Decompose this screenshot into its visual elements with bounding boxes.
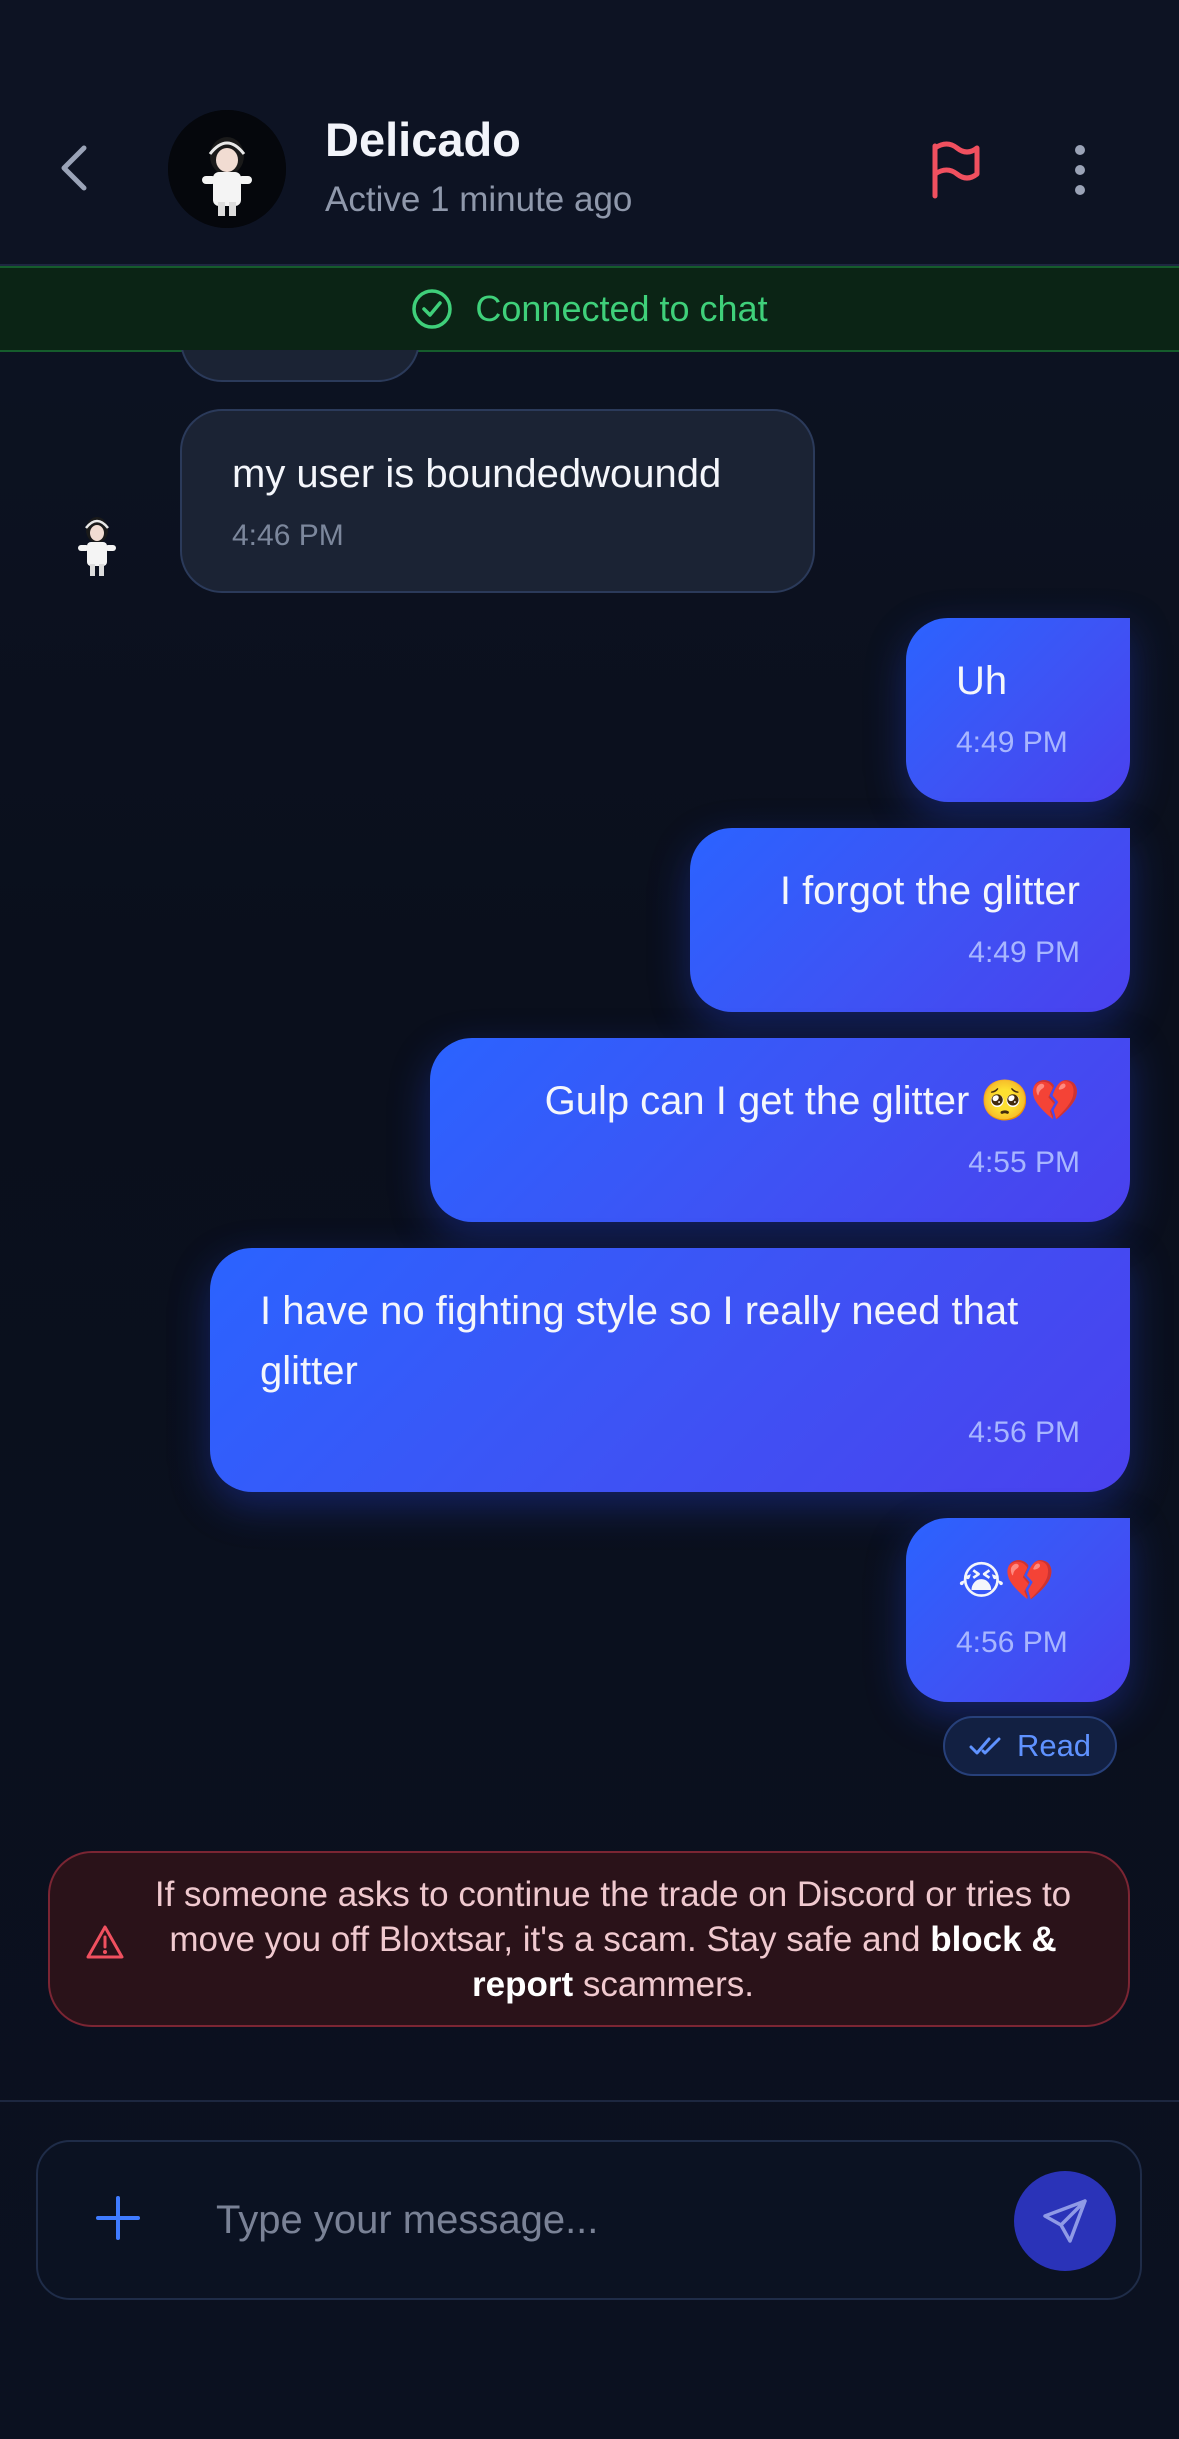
- contact-name[interactable]: Delicado: [325, 112, 521, 167]
- message-time: 4:49 PM: [956, 726, 1068, 759]
- sender-avatar: [68, 512, 126, 590]
- message-text: Uh: [956, 659, 1008, 703]
- message-bubble-partial: [180, 350, 420, 382]
- plus-icon: [96, 2196, 140, 2240]
- message-text: I forgot the glitter: [779, 869, 1080, 913]
- scam-warning-text: If someone asks to continue the trade on…: [130, 1872, 1096, 2007]
- composer-divider: [0, 2100, 1179, 2102]
- message-list[interactable]: my user is boundedwoundd 4:46 PM Uh 4:49…: [0, 350, 1179, 2098]
- message-bubble-outgoing[interactable]: Uh 4:49 PM: [906, 618, 1130, 802]
- back-button[interactable]: [50, 140, 96, 196]
- check-circle-icon: [412, 289, 453, 329]
- message-bubble-outgoing[interactable]: 😭💔 4:56 PM: [906, 1518, 1130, 1702]
- send-button[interactable]: [1014, 2171, 1116, 2271]
- message-bubble-outgoing[interactable]: I forgot the glitter 4:49 PM: [690, 828, 1130, 1012]
- warning-triangle-icon: [86, 1924, 124, 1960]
- avatar-image: [78, 517, 116, 576]
- message-text: my user is boundedwoundd: [232, 452, 722, 496]
- attach-button[interactable]: [86, 2186, 150, 2250]
- avatar-image: [168, 110, 286, 228]
- contact-status: Active 1 minute ago: [325, 180, 633, 219]
- read-receipt-text: Read: [1016, 1728, 1092, 1763]
- message-time: 4:55 PM: [968, 1146, 1080, 1179]
- message-bubble-outgoing[interactable]: I have no fighting style so I really nee…: [210, 1248, 1130, 1492]
- message-time: 4:49 PM: [968, 936, 1080, 969]
- message-bubble-outgoing[interactable]: Gulp can I get the glitter 🥺💔 4:55 PM: [430, 1038, 1130, 1222]
- flag-icon: [932, 141, 980, 199]
- send-icon: [1043, 2199, 1087, 2243]
- chat-header: Delicado Active 1 minute ago: [0, 0, 1179, 266]
- avatar[interactable]: [168, 110, 286, 228]
- message-text: Gulp can I get the glitter 🥺💔: [544, 1079, 1080, 1123]
- warning-text-end: scammers.: [573, 1965, 754, 2004]
- message-text: I have no fighting style so I really nee…: [260, 1289, 1019, 1393]
- more-options-button[interactable]: [1056, 138, 1104, 202]
- message-text: 😭💔: [958, 1559, 1055, 1603]
- connection-status-banner: Connected to chat: [0, 266, 1179, 352]
- message-time: 4:56 PM: [968, 1416, 1080, 1449]
- back-arrow-icon: [61, 145, 87, 191]
- message-bubble-incoming[interactable]: my user is boundedwoundd 4:46 PM: [180, 409, 815, 593]
- message-input[interactable]: [216, 2190, 996, 2250]
- message-time: 4:46 PM: [232, 519, 344, 552]
- message-time: 4:56 PM: [956, 1626, 1068, 1659]
- double-check-icon: [969, 1737, 1001, 1755]
- read-receipt-badge[interactable]: Read: [943, 1716, 1117, 1776]
- report-button[interactable]: [925, 138, 985, 202]
- more-vertical-icon: [1075, 145, 1085, 195]
- connection-status-text: Connected to chat: [475, 288, 768, 329]
